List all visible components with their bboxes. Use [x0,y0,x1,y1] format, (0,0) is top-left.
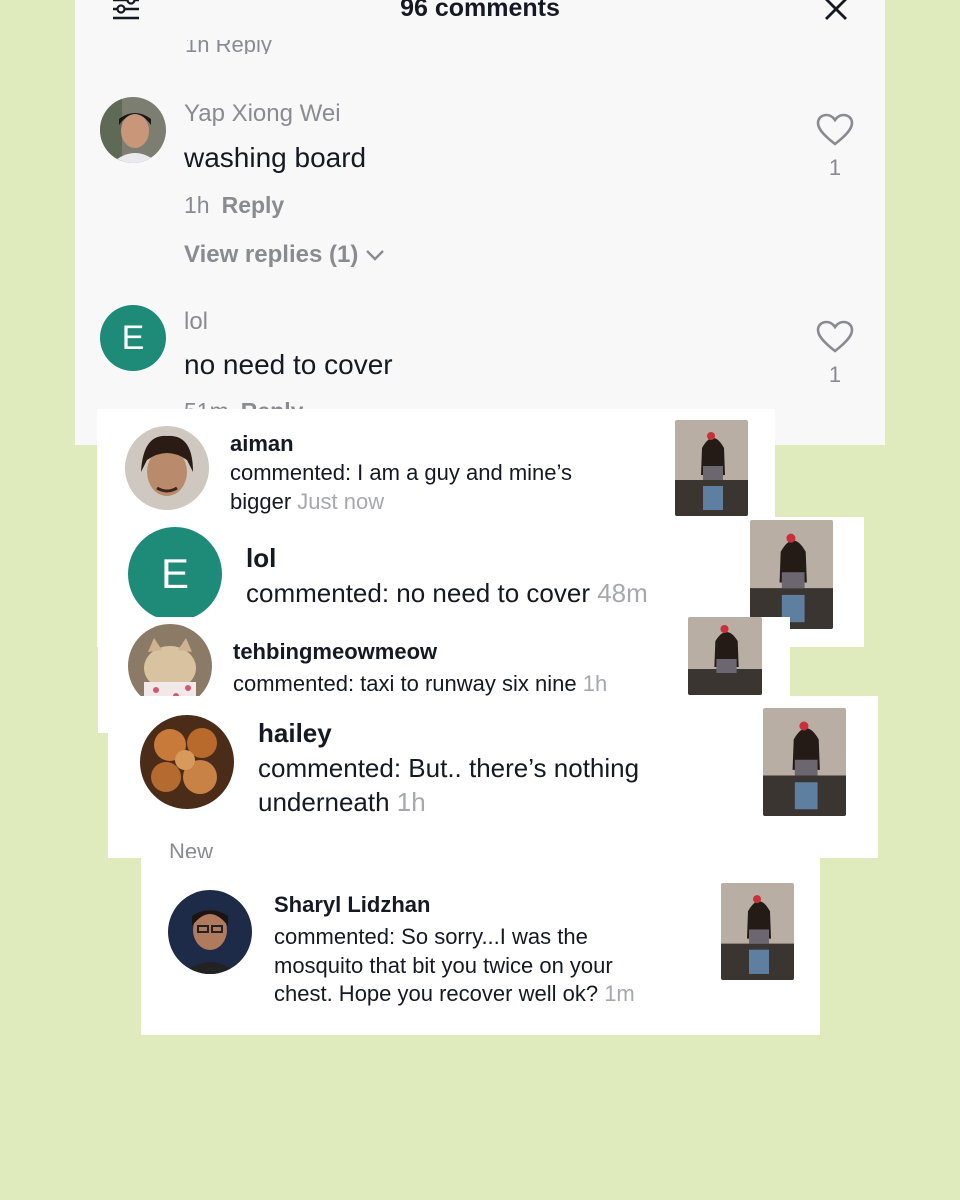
user-photo-icon [168,890,252,974]
avatar[interactable] [168,890,252,974]
avatar[interactable] [100,97,166,163]
notification-text: commented: I am a guy and mine’s bigger … [230,459,572,516]
comment-text: washing board [184,142,367,173]
comment-username[interactable]: Yap Xiong Wei [184,100,341,128]
notification-text-line: bigger [230,488,292,514]
notification-text: commented: But.. there’s nothing underne… [258,752,639,820]
notification-text: commented: So sorry...I was the mosquito… [274,923,635,1009]
heart-icon[interactable] [816,320,854,354]
video-thumbnail-image [675,420,748,516]
reply-button[interactable]: Reply [222,192,285,218]
notification-text-line-2: bigger Just now [230,488,572,517]
comment-username[interactable]: lol [184,308,208,336]
notification-text-line: commented: taxi to runway six nine [233,671,577,696]
food-photo-icon [140,715,234,809]
video-thumbnail-image [721,883,794,980]
notification-time: 1m [604,981,635,1007]
avatar[interactable]: E [128,527,222,621]
video-thumbnail[interactable] [721,883,794,980]
notification-username[interactable]: tehbingmeowmeow [233,639,437,665]
video-thumbnail[interactable] [763,708,846,816]
comments-sheet: 96 comments 1h Reply Yap Xiong Wei washi… [75,0,885,445]
notification-text-line: commented: I am a guy and mine’s [230,460,572,485]
avatar[interactable] [140,715,234,809]
comment-time: 1h [184,192,210,218]
notification-username[interactable]: aiman [230,431,294,457]
video-thumbnail-image [688,617,762,695]
notification-username[interactable]: Sharyl Lidzhan [274,892,430,918]
video-thumbnail[interactable] [675,420,748,516]
notification-item[interactable]: Sharyl Lidzhan commented: So sorry...I w… [141,858,820,1035]
avatar[interactable] [125,426,209,510]
notification-username[interactable]: hailey [258,718,332,749]
notification-text-line: commented: no need to cover [246,578,590,608]
video-thumbnail-image [750,520,833,629]
heart-icon[interactable] [816,113,854,147]
user-photo-icon [100,97,166,163]
like-count: 1 [828,155,842,180]
notification-text: commented: taxi to runway six nine 1h [233,670,607,699]
notification-time: Just now [297,488,385,514]
view-replies-button[interactable]: View replies (1) [184,241,385,269]
comment-meta: 1h Reply [184,192,284,219]
video-thumbnail[interactable] [688,617,762,695]
close-icon[interactable] [823,0,849,22]
notification-text-line-2: underneath 1h [258,786,639,820]
notification-text-line: mosquito that bit you twice on your [274,952,613,978]
chevron-down-icon [366,250,384,261]
like-count: 1 [828,362,842,387]
video-thumbnail[interactable] [750,520,833,629]
notification-text-line: commented: But.. there’s nothing [258,753,640,783]
notification-item[interactable]: aiman commented: I am a guy and mine’s b… [97,409,775,519]
notification-text-line: chest. Hope you recover well ok? [274,981,599,1007]
notification-time: 1h [396,786,426,817]
video-thumbnail-image [763,708,846,816]
avatar[interactable]: E [100,305,166,371]
notification-username[interactable]: lol [246,543,276,574]
notification-time: 1h [582,671,608,696]
notification-time: 48m [597,578,648,608]
comment-text: no need to cover [184,349,393,380]
notification-item[interactable]: hailey commented: But.. there’s nothing … [108,696,878,864]
notification-text-line-3: chest. Hope you recover well ok? 1m [274,980,635,1009]
notification-text: commented: no need to cover 48m [246,577,648,611]
view-replies-label: View replies (1) [184,241,359,268]
partial-reply-meta: 1h Reply [185,40,272,54]
user-photo-icon [125,426,209,510]
comments-count-title: 96 comments [400,0,560,22]
notification-text-line: commented: So sorry...I was the [274,924,588,949]
notification-text-line: underneath [258,786,390,817]
